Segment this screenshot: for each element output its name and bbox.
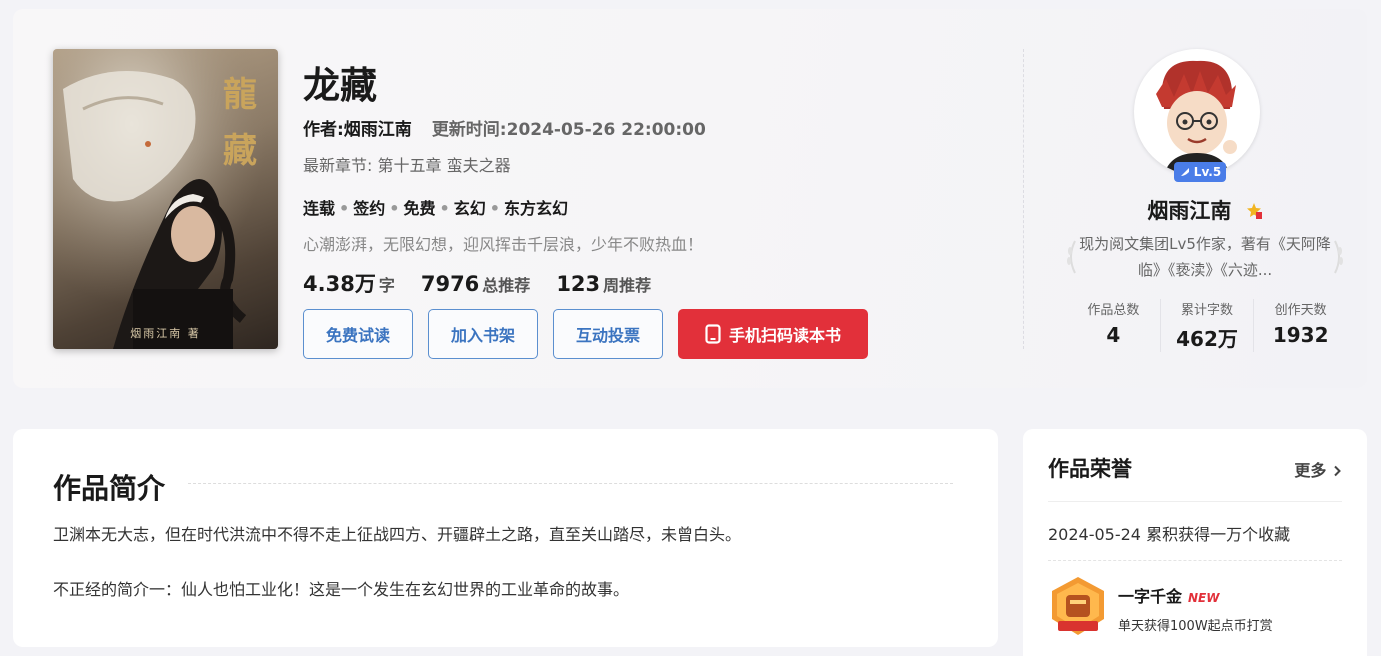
- author-stat-days: 创作天数 1932: [1272, 303, 1329, 347]
- medal-icon: [1246, 203, 1262, 219]
- quill-icon: [1180, 168, 1189, 176]
- author-level-text: Lv.5: [1193, 165, 1222, 179]
- vote-button[interactable]: 互动投票: [553, 309, 663, 359]
- new-badge: NEW: [1188, 591, 1220, 605]
- author-stats: 作品总数 4 累计字数 462万 创作天数 1932: [1067, 299, 1347, 352]
- book-tags: 连载 • 签约 • 免费 • 玄幻 • 东方玄幻: [303, 199, 569, 218]
- cover-author-text: 烟雨江南 著: [130, 327, 201, 340]
- author-name-text: 烟雨江南: [1147, 199, 1232, 223]
- stat-total-recommend: 7976 总推荐: [420, 272, 531, 296]
- book-stats: 4.38万字 7976 总推荐 123 周推荐: [303, 268, 651, 298]
- book-cover[interactable]: 龍藏 烟雨江南 著: [53, 49, 278, 349]
- honor-item: 2024-05-24 累积获得一万个收藏: [1048, 525, 1291, 544]
- book-header-card: 龍藏 烟雨江南 著 龙藏 作者:烟雨江南 更新时间:2024-05-26 22:0…: [13, 9, 1367, 388]
- vertical-divider: [1023, 49, 1024, 349]
- phone-icon: [705, 324, 721, 344]
- honor-card: 作品荣誉 更多 2024-05-24 累积获得一万个收藏 一字千金 NEW 单天获…: [1023, 429, 1367, 656]
- book-slogan: 心潮澎湃，无限幻想，迎风挥击千层浪，少年不败热血！: [303, 235, 704, 254]
- author-name[interactable]: 烟雨江南: [1043, 195, 1367, 225]
- intro-paragraph: 卫渊本无大志，但在时代洪流中不得不走上征战四方、开疆辟土之路，直至关山踏尽，未曾…: [53, 525, 742, 544]
- stat-word-count: 4.38万字: [303, 272, 395, 296]
- tag-status: 连载: [303, 199, 336, 218]
- author-avatar[interactable]: [1134, 49, 1260, 175]
- chevron-right-icon: [1334, 465, 1341, 477]
- honor-more-link[interactable]: 更多: [1294, 457, 1342, 481]
- author-panel: Lv.5 烟雨江南 现为阅文集团Lv5作家，著有《天阿降临》《亵渎》《六迹...…: [1043, 9, 1367, 388]
- tag-free: 免费: [403, 199, 436, 218]
- intro-card: 作品简介 卫渊本无大志，但在时代洪流中不得不走上征战四方、开疆辟土之路，直至关山…: [13, 429, 998, 647]
- badge-name: 一字千金 NEW: [1118, 583, 1220, 607]
- honor-divider: [1048, 560, 1342, 561]
- scan-to-read-label: 手机扫码读本书: [728, 326, 841, 345]
- stat-week-recommend: 123 周推荐: [556, 272, 652, 296]
- gold-coin-badge-icon: [1052, 577, 1104, 635]
- author-link[interactable]: 作者:烟雨江南: [303, 120, 412, 140]
- badge-description: 单天获得100W起点币打赏: [1118, 619, 1273, 634]
- intro-title: 作品简介: [53, 472, 166, 505]
- author-level-badge: Lv.5: [1174, 162, 1226, 182]
- avatar-illustration: [1156, 60, 1237, 175]
- add-to-shelf-button[interactable]: 加入书架: [428, 309, 538, 359]
- honor-more-label: 更多: [1294, 461, 1327, 480]
- intro-title-divider: [188, 483, 953, 484]
- action-buttons: 免费试读 加入书架 互动投票 手机扫码读本书: [303, 309, 868, 359]
- scan-to-read-button[interactable]: 手机扫码读本书: [678, 309, 868, 359]
- tag-signed: 签约: [353, 199, 386, 218]
- author-stat-words: 累计字数 462万: [1161, 299, 1255, 352]
- intro-paragraph: 不正经的简介一：仙人也怕工业化！这是一个发生在玄幻世界的工业革命的故事。: [53, 580, 630, 599]
- latest-chapter-link[interactable]: 最新章节: 第十五章 蛮夫之器: [303, 152, 511, 176]
- book-meta: 作者:烟雨江南 更新时间:2024-05-26 22:00:00: [303, 115, 706, 140]
- tag-genre[interactable]: 玄幻: [454, 199, 486, 218]
- update-time: 更新时间:2024-05-26 22:00:00: [431, 120, 706, 140]
- tag-subgenre[interactable]: 东方玄幻: [504, 199, 568, 218]
- free-read-button[interactable]: 免费试读: [303, 309, 413, 359]
- badge-name-text: 一字千金: [1118, 587, 1183, 606]
- author-description: 现为阅文集团Lv5作家，著有《天阿降临》《亵渎》《六迹...: [1079, 235, 1331, 279]
- honor-title: 作品荣誉: [1048, 457, 1132, 481]
- author-stat-works: 作品总数 4: [1067, 299, 1161, 352]
- book-title: 龙藏: [303, 64, 377, 107]
- cover-title-text: 龍藏: [223, 75, 257, 171]
- honor-divider: [1048, 501, 1342, 502]
